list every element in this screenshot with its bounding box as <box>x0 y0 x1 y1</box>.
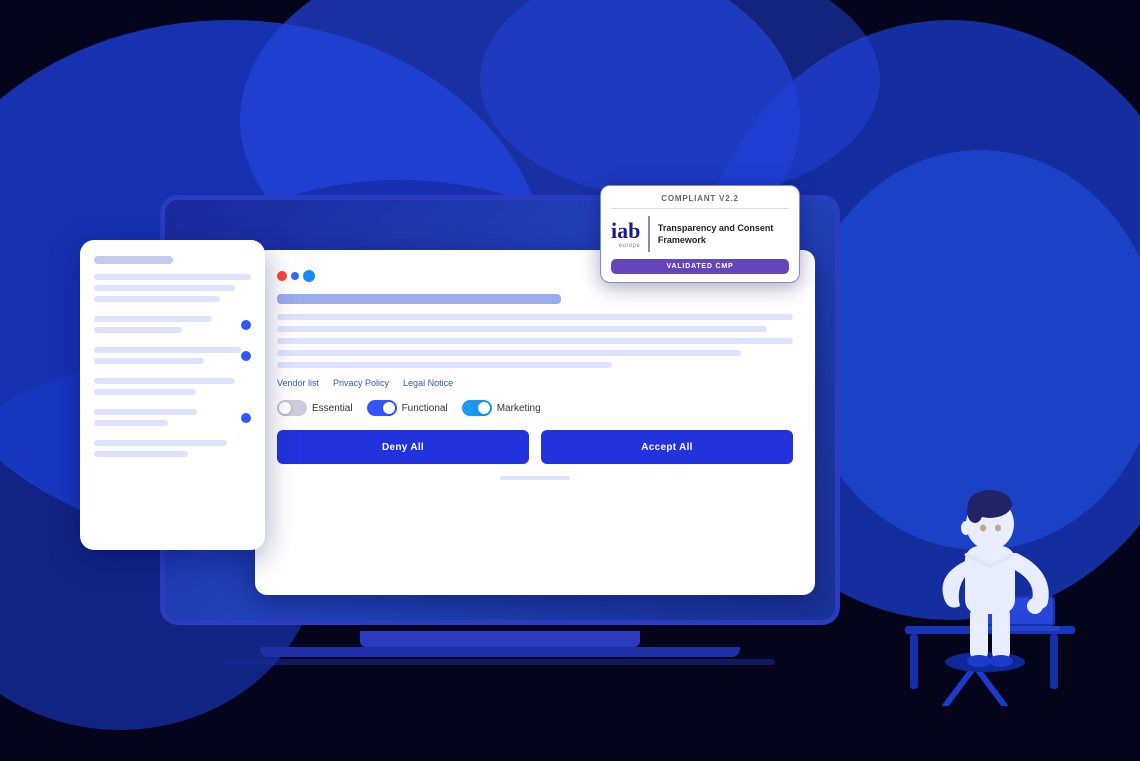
panel-line <box>94 285 235 291</box>
panel-row <box>94 316 251 333</box>
iab-badge: COMPLIANT V2.2 iab europe Transparency a… <box>600 185 800 283</box>
functional-toggle-item: Functional <box>367 400 448 416</box>
iab-divider <box>648 216 650 252</box>
panel-line <box>94 274 251 280</box>
laptop-ground <box>225 659 775 665</box>
iab-compliant-label: COMPLIANT V2.2 <box>611 194 789 209</box>
iab-badge-body: iab europe Transparency and Consent Fram… <box>611 216 789 252</box>
laptop-base <box>360 631 640 647</box>
privacy-policy-link[interactable]: Privacy Policy <box>333 378 389 388</box>
vendor-list-panel <box>80 240 265 550</box>
essential-toggle[interactable] <box>277 400 307 416</box>
consent-toggles: Essential Functional <box>277 400 793 416</box>
panel-title-line <box>94 256 173 264</box>
marketing-toggle-item: Marketing <box>462 400 541 416</box>
dialog-line <box>277 350 741 356</box>
consent-actions: Deny All Accept All <box>277 430 793 464</box>
panel-indicator-dot <box>241 351 251 361</box>
iab-logo-container: iab europe <box>611 220 640 249</box>
iab-validated-footer: VALIDATED CMP <box>611 259 789 274</box>
panel-row-lines <box>94 409 241 426</box>
functional-toggle[interactable] <box>367 400 397 416</box>
panel-line <box>94 296 220 302</box>
dialog-line <box>277 338 793 344</box>
marketing-toggle-knob <box>478 402 490 414</box>
dialog-line <box>277 326 767 332</box>
legal-notice-link[interactable]: Legal Notice <box>403 378 453 388</box>
dialog-title-line <box>277 294 561 304</box>
marketing-toggle[interactable] <box>462 400 492 416</box>
deny-all-button[interactable]: Deny All <box>277 430 529 464</box>
accept-all-button[interactable]: Accept All <box>541 430 793 464</box>
dialog-line <box>277 314 793 320</box>
person-illustration <box>885 406 1085 706</box>
iab-logo-text: iab <box>611 220 640 242</box>
essential-toggle-item: Essential <box>277 400 353 416</box>
panel-row <box>94 409 251 426</box>
dialog-links: Vendor list Privacy Policy Legal Notice <box>277 378 793 388</box>
dialog-line <box>277 362 612 368</box>
consent-dialog: Vendor list Privacy Policy Legal Notice … <box>255 250 815 595</box>
vendor-list-link[interactable]: Vendor list <box>277 378 319 388</box>
marketing-label: Marketing <box>497 403 541 414</box>
functional-label: Functional <box>402 403 448 414</box>
iab-framework-text: Transparency and Consent Framework <box>658 222 789 246</box>
panel-row <box>94 347 251 364</box>
panel-row <box>94 378 251 395</box>
main-scene: Vendor list Privacy Policy Legal Notice … <box>0 0 1140 761</box>
iab-europe-text: europe <box>611 243 640 249</box>
logo-dot-red <box>277 271 287 281</box>
panel-row-lines <box>94 316 241 333</box>
logo-dot-blue2 <box>303 270 315 282</box>
logo-dot-blue1 <box>291 272 299 280</box>
panel-indicator-dot <box>241 320 251 330</box>
panel-row-lines <box>94 347 241 364</box>
panel-row <box>94 440 251 457</box>
scroll-indicator <box>500 476 570 480</box>
functional-toggle-knob <box>383 402 395 414</box>
panel-indicator-dot <box>241 413 251 423</box>
essential-label: Essential <box>312 403 353 414</box>
essential-toggle-knob <box>279 402 291 414</box>
laptop-foot <box>260 647 740 657</box>
dialog-text-lines <box>277 314 793 378</box>
